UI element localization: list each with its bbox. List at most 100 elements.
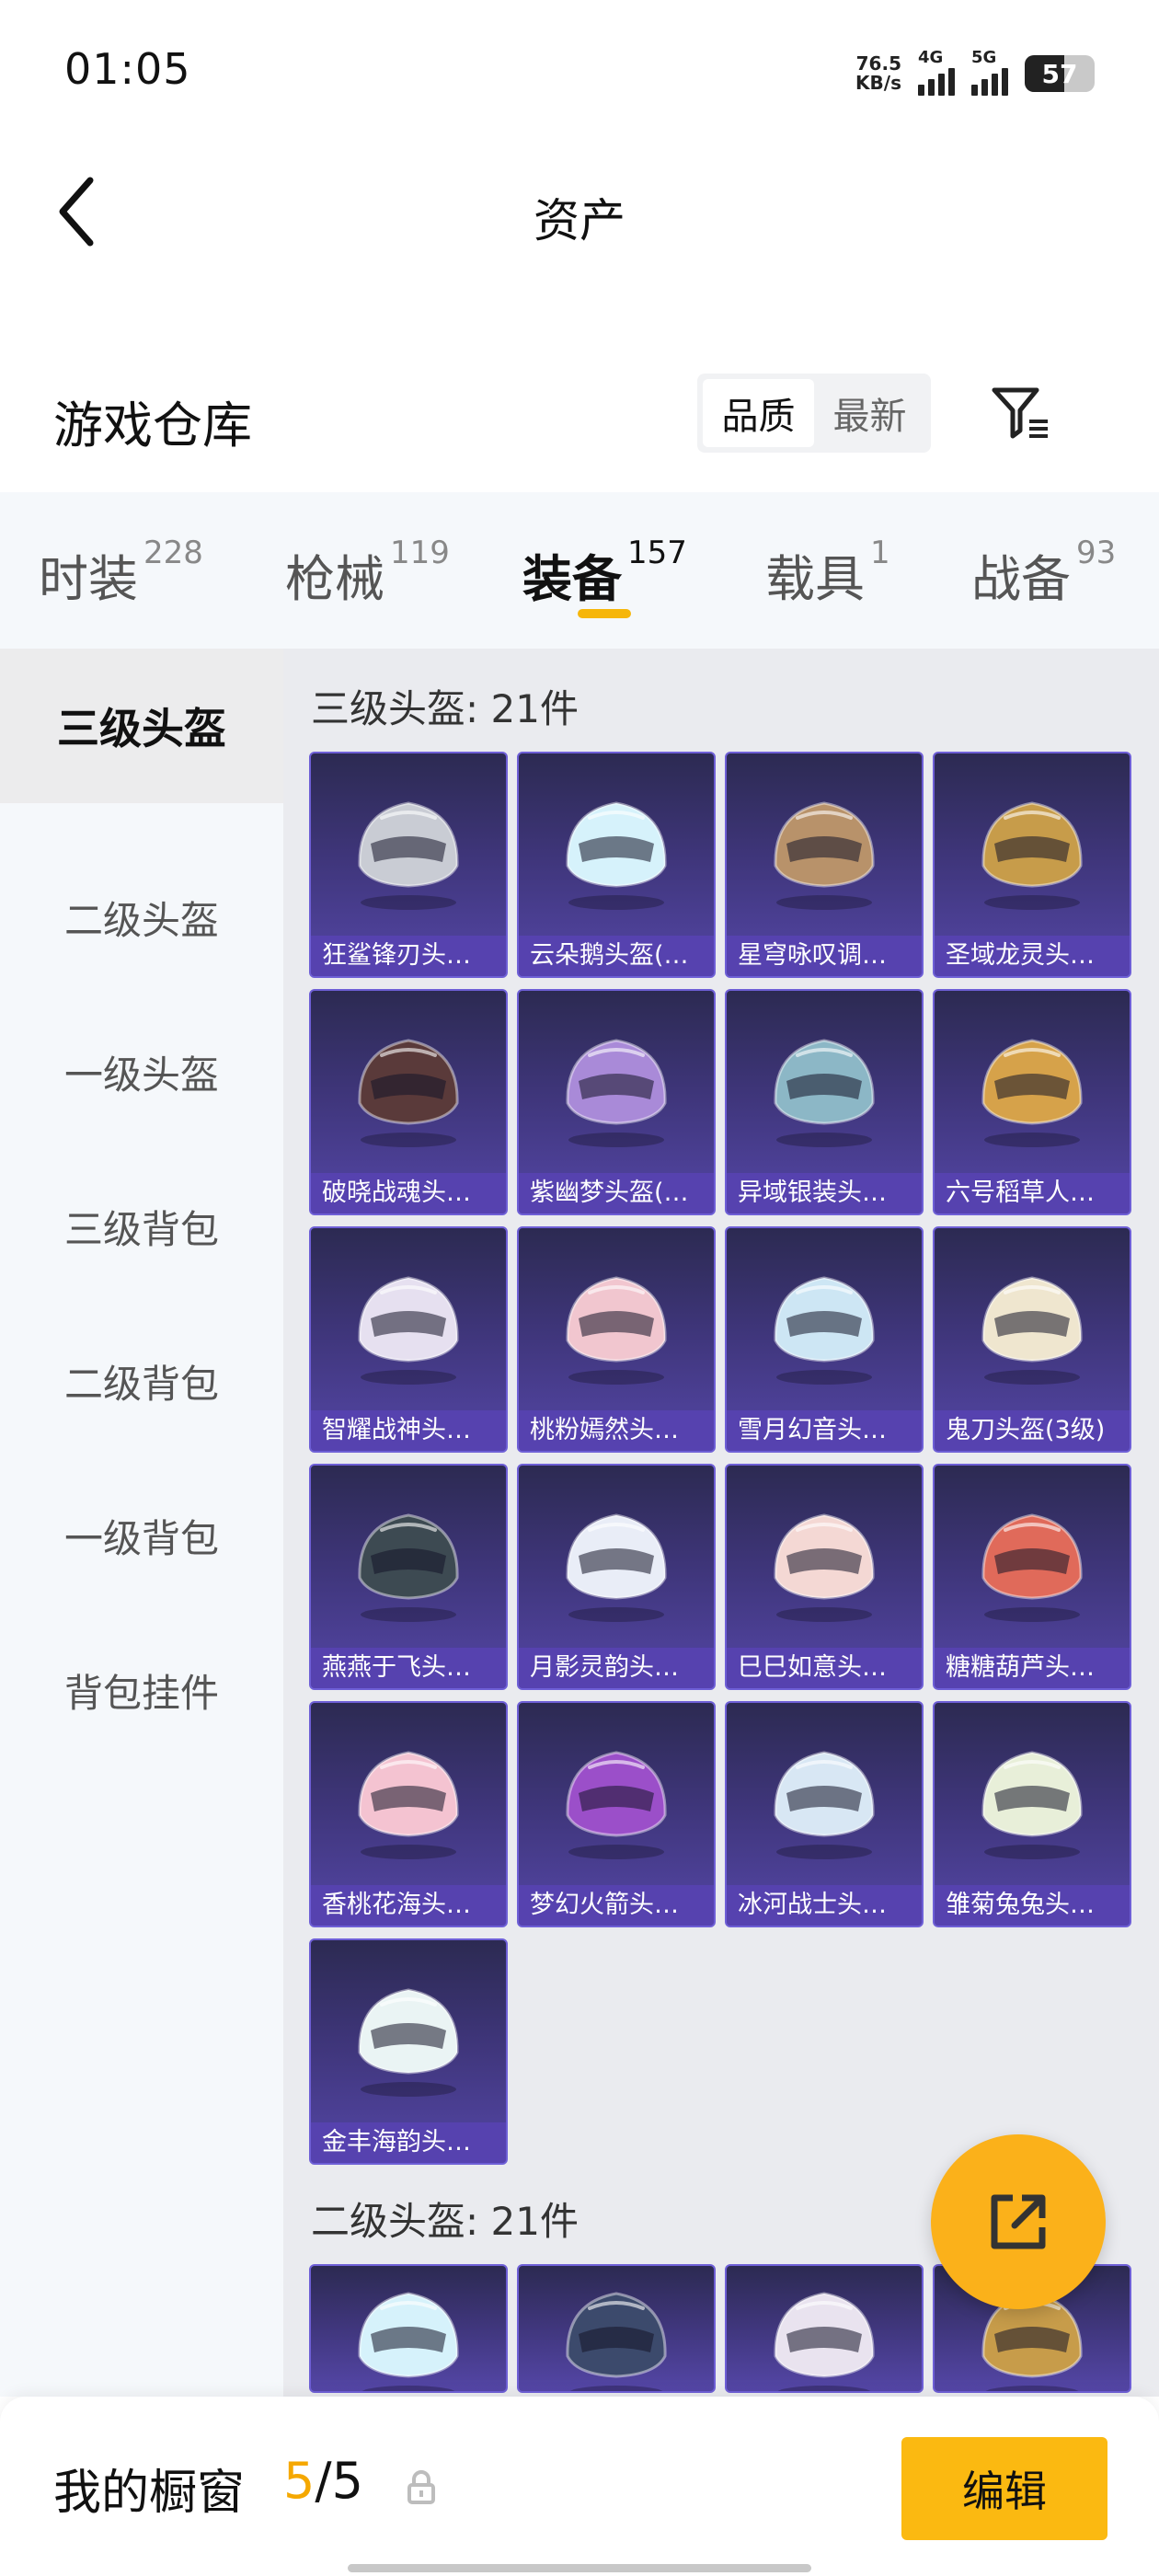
item-card[interactable] — [725, 2264, 924, 2393]
tab-count: 1 — [870, 535, 890, 571]
item-card[interactable]: 六号稻草人… — [933, 989, 1131, 1215]
side-item-level1-helmet[interactable]: 一级头盔 — [0, 1035, 283, 1109]
item-name: 雏菊兔兔头… — [935, 1885, 1130, 1926]
home-indicator[interactable] — [348, 2564, 811, 2572]
tab-label: 时装 — [39, 550, 138, 608]
item-grid-level3-helmet: 狂鲨锋刃头… 云朵鹅头盔(… 星穹咏叹调… 圣域龙灵头… 破晓战魂头… 紫幽梦头盔(… 异域… — [309, 752, 1131, 2165]
item-card[interactable]: 燕燕于飞头… — [309, 1464, 508, 1690]
tab-count: 157 — [627, 535, 687, 571]
item-card[interactable]: 香桃花海头… — [309, 1701, 508, 1927]
item-card[interactable]: 雪月幻音头… — [725, 1226, 924, 1453]
item-card[interactable]: 金丰海韵头… — [309, 1938, 508, 2165]
warehouse-title: 游戏仓库 — [53, 397, 252, 454]
tab-equipment[interactable]: 装备 157 — [522, 535, 687, 611]
helmet-image — [727, 1703, 922, 1885]
share-export-icon — [991, 2194, 1046, 2249]
item-card[interactable]: 紫幽梦头盔(… — [517, 989, 716, 1215]
status-icons: 76.5 KB/s 4G 5G 57 — [855, 46, 1095, 101]
filter-button[interactable] — [984, 377, 1058, 451]
helmet-image — [935, 1228, 1130, 1410]
item-name: 云朵鹅头盔(… — [519, 936, 714, 976]
item-name: 月影灵韵头… — [519, 1648, 714, 1688]
network-speed: 76.5 KB/s — [855, 54, 901, 93]
side-item-level2-backpack[interactable]: 二级背包 — [0, 1344, 283, 1418]
item-card[interactable]: 冰河战士头… — [725, 1701, 924, 1927]
tab-count: 119 — [390, 535, 450, 571]
helmet-image — [311, 991, 506, 1173]
signal-4g-icon: 4G — [918, 48, 955, 96]
item-card[interactable]: 狂鲨锋刃头… — [309, 752, 508, 978]
item-name: 香桃花海头… — [311, 1885, 506, 1926]
helmet-image — [935, 1466, 1130, 1648]
helmet-image — [519, 1703, 714, 1885]
helmet-image — [935, 1703, 1130, 1885]
item-name: 糖糖葫芦头… — [935, 1648, 1130, 1688]
tab-firearms[interactable]: 枪械 119 — [285, 535, 450, 611]
item-card[interactable]: 桃粉嫣然头… — [517, 1226, 716, 1453]
item-card[interactable]: 巳巳如意头… — [725, 1464, 924, 1690]
network-speed-unit: KB/s — [855, 72, 901, 94]
helmet-image — [311, 1703, 506, 1885]
item-card[interactable]: 雏菊兔兔头… — [933, 1701, 1131, 1927]
item-name: 金丰海韵头… — [311, 2122, 506, 2163]
helmet-image — [311, 753, 506, 936]
edit-button[interactable]: 编辑 — [901, 2437, 1107, 2540]
helmet-image — [311, 1466, 506, 1648]
category-tabs: 时装 228 枪械 119 装备 157 载具 1 战备 93 — [0, 492, 1159, 649]
tab-fashion[interactable]: 时装 228 — [39, 535, 203, 611]
group-heading-level2-helmet: 二级头盔: 21件 — [311, 2199, 579, 2244]
helmet-image — [519, 2266, 714, 2391]
item-name: 冰河战士头… — [727, 1885, 922, 1926]
helmet-image — [519, 1466, 714, 1648]
item-name: 破晓战魂头… — [311, 1173, 506, 1213]
sort-option-quality[interactable]: 品质 — [703, 379, 814, 447]
item-card[interactable]: 月影灵韵头… — [517, 1464, 716, 1690]
bottom-bar: 我的橱窗 5/5 编辑 — [0, 2397, 1159, 2576]
side-item-level3-helmet[interactable]: 三级头盔 — [0, 649, 283, 803]
status-time: 01:05 — [64, 44, 191, 94]
item-card[interactable]: 破晓战魂头… — [309, 989, 508, 1215]
helmet-image — [519, 1228, 714, 1410]
helmet-image — [727, 1228, 922, 1410]
item-name: 桃粉嫣然头… — [519, 1410, 714, 1451]
share-button[interactable] — [931, 2134, 1106, 2309]
tab-count: 93 — [1076, 535, 1117, 571]
item-card[interactable] — [517, 2264, 716, 2393]
item-card[interactable]: 圣域龙灵头… — [933, 752, 1131, 978]
helmet-image — [727, 1466, 922, 1648]
item-card[interactable] — [309, 2264, 508, 2393]
item-name: 狂鲨锋刃头… — [311, 936, 506, 976]
item-name: 智耀战神头… — [311, 1410, 506, 1451]
item-name: 燕燕于飞头… — [311, 1648, 506, 1688]
tab-label: 载具 — [765, 550, 865, 608]
helmet-image — [311, 1940, 506, 2122]
tab-supplies[interactable]: 战备 93 — [971, 535, 1117, 611]
side-item-level3-backpack[interactable]: 三级背包 — [0, 1190, 283, 1263]
side-item-backpack-charm[interactable]: 背包挂件 — [0, 1653, 283, 1727]
helmet-image — [519, 753, 714, 936]
tab-vehicles[interactable]: 载具 1 — [765, 535, 890, 611]
tab-label: 枪械 — [285, 550, 384, 608]
tab-count: 228 — [143, 535, 203, 571]
item-name: 紫幽梦头盔(… — [519, 1173, 714, 1213]
item-card[interactable]: 鬼刀头盔(3级) — [933, 1226, 1131, 1453]
helmet-image — [935, 753, 1130, 936]
item-name: 巳巳如意头… — [727, 1648, 922, 1688]
item-card[interactable]: 云朵鹅头盔(… — [517, 752, 716, 978]
group-heading-level3-helmet: 三级头盔: 21件 — [311, 686, 579, 731]
status-bar: 01:05 76.5 KB/s 4G 5G 57 — [0, 0, 1159, 138]
item-card[interactable]: 糖糖葫芦头… — [933, 1464, 1131, 1690]
side-item-level1-backpack[interactable]: 一级背包 — [0, 1499, 283, 1572]
side-item-level2-helmet[interactable]: 二级头盔 — [0, 880, 283, 954]
item-card[interactable]: 星穹咏叹调… — [725, 752, 924, 978]
sort-option-newest[interactable]: 最新 — [814, 379, 925, 447]
battery-level: 57 — [1041, 58, 1078, 89]
item-name: 圣域龙灵头… — [935, 936, 1130, 976]
item-name: 六号稻草人… — [935, 1173, 1130, 1213]
active-tab-indicator — [578, 609, 631, 618]
side-menu: 三级头盔 二级头盔 一级头盔 三级背包 二级背包 一级背包 背包挂件 — [0, 649, 283, 2397]
item-card[interactable]: 异域银装头… — [725, 989, 924, 1215]
item-card[interactable]: 智耀战神头… — [309, 1226, 508, 1453]
item-card[interactable]: 梦幻火箭头… — [517, 1701, 716, 1927]
showcase-count: 5/5 — [283, 2452, 363, 2510]
